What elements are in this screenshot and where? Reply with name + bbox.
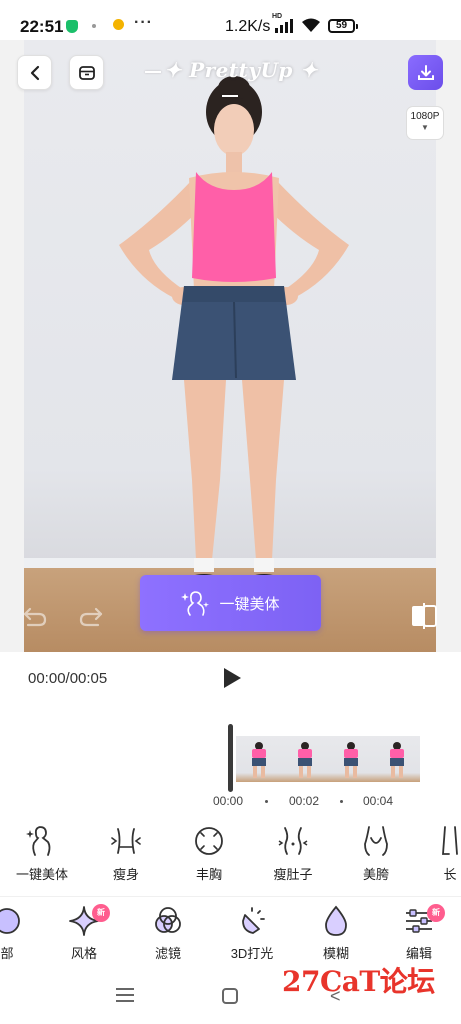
watermark-text: 27CaT论坛 bbox=[282, 965, 435, 998]
playback-time: 00:00/00:05 bbox=[28, 670, 108, 687]
timeline-tick: 00:02 bbox=[289, 794, 320, 808]
slim-belly-icon bbox=[278, 827, 308, 855]
timeline-tick-dot bbox=[265, 800, 268, 803]
signal-icon bbox=[273, 17, 295, 33]
leg-length-icon bbox=[442, 826, 458, 855]
partial-icon bbox=[0, 908, 20, 934]
recent-apps-icon[interactable] bbox=[116, 988, 134, 1002]
tool-label: 丰胸 bbox=[195, 867, 222, 882]
one-key-beautify-button[interactable]: 一键美体 bbox=[140, 575, 321, 631]
compare-icon[interactable] bbox=[410, 602, 438, 630]
shield-icon bbox=[66, 20, 78, 33]
download-button[interactable] bbox=[408, 55, 443, 90]
tab-label: 3D打光 bbox=[230, 946, 274, 961]
body-sparkle-icon bbox=[181, 591, 210, 616]
drafts-button[interactable] bbox=[69, 55, 104, 90]
tool-label: 长 bbox=[443, 867, 457, 882]
filter-icon bbox=[155, 907, 181, 933]
moon-icon bbox=[113, 19, 124, 30]
status-time: 22:51 bbox=[20, 17, 64, 36]
timeline-frames[interactable] bbox=[236, 736, 420, 782]
archive-box-icon bbox=[78, 65, 95, 80]
tool-hip[interactable]: 美胯 bbox=[336, 824, 416, 883]
more-notifications-icon: ··· bbox=[134, 14, 153, 31]
timeline-frame bbox=[328, 736, 374, 782]
body-outline-icon bbox=[26, 826, 51, 856]
resolution-selector[interactable]: 1080P ▼ bbox=[406, 106, 444, 140]
timeline-frame bbox=[282, 736, 328, 782]
back-button[interactable] bbox=[17, 55, 52, 90]
timeline-tick-dot bbox=[340, 800, 343, 803]
tab-partial[interactable]: 部 bbox=[0, 905, 42, 962]
enhance-chest-icon bbox=[195, 827, 223, 855]
tab-style[interactable]: 风格 新 bbox=[49, 904, 119, 962]
tool-slim[interactable]: 瘦身 bbox=[86, 824, 166, 883]
tool-label: 瘦肚子 bbox=[273, 867, 313, 882]
playhead-handle[interactable] bbox=[228, 724, 233, 792]
tab-label: 风格 bbox=[70, 946, 97, 961]
tab-blur[interactable]: 模糊 bbox=[301, 905, 371, 962]
brand-logo: ✦ PrettyUp ✦ bbox=[140, 58, 320, 106]
tool-label: 美胯 bbox=[362, 867, 389, 882]
network-speed: 1.2K/s bbox=[225, 18, 271, 35]
chevron-left-icon bbox=[30, 65, 39, 80]
battery-icon: 59 bbox=[328, 19, 358, 33]
tool-slim-belly[interactable]: 瘦肚子 bbox=[253, 824, 333, 883]
tool-enhance-chest[interactable]: 丰胸 bbox=[169, 824, 249, 883]
one-key-beautify-label: 一键美体 bbox=[219, 595, 280, 613]
tab-filter[interactable]: 滤镜 bbox=[133, 905, 203, 962]
timeline-tick: 00:04 bbox=[363, 794, 394, 808]
bottom-tab-bar: 部 风格 新 滤镜 3D打光 模糊 编辑 新 bbox=[0, 896, 461, 968]
caret-down-icon: ▼ bbox=[421, 123, 429, 132]
timeline-tick: 00:00 bbox=[213, 794, 244, 808]
photo-canvas[interactable] bbox=[24, 40, 436, 652]
tool-leg-length[interactable]: 长 bbox=[420, 824, 461, 883]
blur-drop-icon bbox=[325, 905, 347, 936]
slim-waist-icon bbox=[111, 828, 141, 854]
tab-label: 编辑 bbox=[405, 946, 432, 961]
lighting-icon bbox=[242, 907, 265, 934]
undo-icon[interactable] bbox=[22, 603, 48, 629]
status-bar: 22:51 ··· 1.2K/s HD 59 bbox=[0, 0, 461, 40]
hip-icon bbox=[364, 826, 388, 856]
notification-dot-icon bbox=[92, 24, 96, 28]
new-badge: 新 bbox=[427, 904, 445, 922]
body-tools-row: 一键美体 瘦身 丰胸 瘦肚子 美胯 长 bbox=[0, 824, 461, 888]
download-icon bbox=[417, 64, 434, 80]
brand-name: PrettyUp bbox=[189, 58, 293, 82]
photo-preview[interactable]: ✦ PrettyUp ✦ 1080P ▼ 一键美体 bbox=[0, 40, 461, 652]
tool-one-key-body[interactable]: 一键美体 bbox=[2, 824, 82, 883]
tab-edit[interactable]: 编辑 新 bbox=[384, 904, 454, 962]
wifi-icon bbox=[302, 18, 320, 32]
tab-label: 模糊 bbox=[322, 946, 349, 961]
new-badge: 新 bbox=[92, 904, 110, 922]
redo-icon[interactable] bbox=[78, 603, 104, 629]
tab-label: 滤镜 bbox=[154, 946, 181, 961]
tool-label: 瘦身 bbox=[112, 867, 139, 882]
home-icon[interactable] bbox=[222, 988, 238, 1004]
tab-3d-lighting[interactable]: 3D打光 bbox=[217, 905, 287, 962]
person-figure bbox=[119, 76, 349, 586]
timeline-frame bbox=[374, 736, 420, 782]
resolution-label: 1080P bbox=[410, 111, 440, 122]
tool-label: 一键美体 bbox=[15, 867, 68, 882]
timeline-frame bbox=[236, 736, 282, 782]
play-button[interactable] bbox=[220, 666, 244, 690]
tab-label: 部 bbox=[0, 946, 14, 961]
